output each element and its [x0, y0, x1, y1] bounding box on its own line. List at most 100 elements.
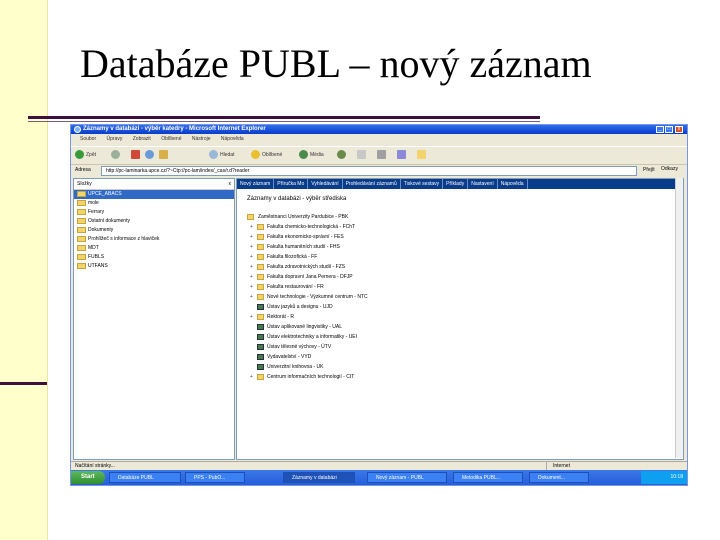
expand-icon[interactable]: + — [250, 292, 253, 302]
stop-button[interactable] — [131, 150, 142, 161]
back-button[interactable]: Zpět — [75, 150, 96, 161]
refresh-icon — [145, 150, 154, 160]
maximize-button[interactable]: □ — [665, 126, 673, 133]
page-nav-link[interactable]: Nastavení — [468, 179, 498, 189]
tree-item[interactable]: + Fakulta zdravotnických studií - FZS — [247, 262, 368, 272]
menu-soubor[interactable]: Soubor — [80, 135, 96, 144]
folder-item[interactable]: MDT — [74, 244, 234, 253]
task-5[interactable]: Metodika PUBL... — [453, 472, 523, 483]
tree-item[interactable]: + Rektorát - R — [247, 312, 368, 322]
task-3[interactable]: Záznamy v databázi — [283, 472, 355, 483]
folders-pane: Složky x UPCE_ABACS mole Ferrary Ostatní do… — [73, 178, 235, 460]
menu-nastroje[interactable]: Nástroje — [192, 135, 211, 144]
folder-item[interactable]: UTFANS — [74, 262, 234, 271]
page-nav-link[interactable]: Tiskové sestavy — [401, 179, 444, 189]
tree-item[interactable]: Ústav aplikované lingvistiky - UAL — [247, 322, 368, 332]
tree-item[interactable]: Univerzitní knihovna - UK — [247, 362, 368, 372]
tree-root[interactable]: Zaměstnanci Univerzity Pardubice - PBK — [247, 212, 368, 222]
folder-icon — [77, 245, 86, 251]
tree-item[interactable]: Vydavatelství - VYD — [247, 352, 368, 362]
task-1[interactable]: Databáze PUBL — [109, 472, 181, 483]
folders-pane-close-button[interactable]: x — [229, 179, 232, 189]
page-nav-link[interactable]: Nápověda — [498, 179, 528, 189]
forward-arrow-icon — [111, 150, 120, 160]
media-button[interactable]: Média — [299, 150, 324, 161]
expand-icon[interactable]: + — [250, 222, 253, 232]
folder-item[interactable]: Dokumenty — [74, 226, 234, 235]
expand-icon[interactable]: + — [250, 272, 253, 282]
expand-icon[interactable]: + — [250, 262, 253, 272]
address-input[interactable]: http://pc-laminarka.upce.cz/?~Ctp://pc-l… — [101, 166, 637, 176]
page-nav-link[interactable]: Příručka Mo — [274, 179, 309, 189]
forward-button[interactable] — [111, 150, 122, 161]
search-button[interactable]: Hledat — [209, 150, 234, 161]
window-titlebar[interactable]: Záznamy v databázi - výběr katedry - Mic… — [71, 125, 687, 134]
task-6[interactable]: Dokument... — [529, 472, 589, 483]
address-label: Adresa — [75, 167, 91, 173]
favorites-button[interactable]: Oblíbené — [251, 150, 282, 161]
folder-item[interactable]: mole — [74, 199, 234, 208]
folder-icon — [257, 254, 264, 260]
home-button[interactable] — [159, 150, 170, 161]
tree-item-label: Fakulta filozofická - FF — [267, 254, 318, 260]
expand-icon[interactable]: + — [250, 242, 253, 252]
tree-item[interactable]: + Fakulta restaurování - FR — [247, 282, 368, 292]
minimize-button[interactable]: _ — [656, 126, 664, 133]
expand-icon[interactable]: + — [250, 232, 253, 242]
task-4[interactable]: Nový záznam - PUBL — [367, 472, 447, 483]
folder-icon — [257, 234, 264, 240]
expand-icon[interactable]: + — [250, 252, 253, 262]
tree-item[interactable]: + Fakulta ekonomicko-správní - FES — [247, 232, 368, 242]
taskbar: Start Databáze PUBL PPS - PubO... Záznam… — [71, 470, 687, 485]
tree-item-label: Nové technologie - Výzkumné centrum - NT… — [267, 294, 368, 300]
menu-oblibene[interactable]: Oblíbené — [161, 135, 181, 144]
folder-button[interactable] — [417, 150, 428, 161]
mail-button[interactable] — [357, 150, 368, 161]
task-2[interactable]: PPS - PubO... — [185, 472, 245, 483]
folder-item[interactable]: Ferrary — [74, 208, 234, 217]
tree-item[interactable]: Ústav elektrotechniky a informatiky - UE… — [247, 332, 368, 342]
folder-item[interactable]: UPCE_ABACS — [74, 190, 234, 199]
tree-item[interactable]: + Fakulta dopravní Jana Pernera - DFJP — [247, 272, 368, 282]
tree-item[interactable]: + Centrum informačních technologií - CIT — [247, 372, 368, 382]
mail-icon — [357, 150, 366, 160]
tree-item[interactable]: + Fakulta humanitních studií - FHS — [247, 242, 368, 252]
folder-item[interactable]: FUBLS — [74, 253, 234, 262]
print-button[interactable] — [377, 150, 388, 161]
folder-item-label: Dokumenty — [88, 227, 114, 233]
expand-icon[interactable]: + — [250, 372, 253, 382]
folder-icon — [77, 263, 86, 269]
menu-upravy[interactable]: Úpravy — [107, 135, 123, 144]
page-nav-link[interactable]: Vyhledávání — [308, 179, 343, 189]
search-icon — [209, 150, 218, 160]
page-nav-link[interactable]: Prohledávání záznamů — [343, 179, 401, 189]
tree-item[interactable]: Ústav tělesné výchovy - ÚTV — [247, 342, 368, 352]
folder-item[interactable]: Prohlížeč s informace z hlaviček — [74, 235, 234, 244]
folder-item[interactable]: Ostatní dokumenty — [74, 217, 234, 226]
menu-napoveda[interactable]: Nápověda — [221, 135, 244, 144]
page-nav-link[interactable]: Příklady — [443, 179, 469, 189]
expand-icon[interactable]: + — [250, 282, 253, 292]
vertical-scrollbar[interactable] — [675, 178, 683, 458]
tree-item[interactable]: + Fakulta filozofická - FF — [247, 252, 368, 262]
tree-item[interactable]: + Fakulta chemicko-technologická - FChT — [247, 222, 368, 232]
tree-item[interactable]: Ústav jazyků a designu - UJD — [247, 302, 368, 312]
start-button[interactable]: Start — [71, 471, 105, 484]
folder-icon — [257, 374, 264, 380]
menu-zobrazit[interactable]: Zobrazit — [133, 135, 151, 144]
page-nav-link[interactable]: Nový záznam — [237, 179, 275, 189]
folder-list: UPCE_ABACS mole Ferrary Ostatní dokumenty Do… — [74, 190, 234, 271]
go-button[interactable]: Přejít — [643, 166, 655, 174]
tree-item[interactable]: + Nové technologie - Výzkumné centrum - N… — [247, 292, 368, 302]
print-icon — [377, 150, 386, 160]
links-button[interactable]: Odkazy — [661, 166, 678, 172]
tree-item-label: Fakulta zdravotnických studií - FZS — [267, 264, 346, 270]
refresh-button[interactable] — [145, 150, 156, 161]
close-button[interactable]: x — [675, 126, 683, 133]
book-icon — [257, 354, 264, 360]
page-content: Nový záznam Příručka Mo Vyhledávání Prohled… — [236, 178, 684, 460]
history-button[interactable] — [337, 150, 348, 161]
edit-button[interactable] — [397, 150, 408, 161]
clock: 10:18 — [641, 471, 687, 484]
expand-icon[interactable]: + — [250, 312, 253, 322]
